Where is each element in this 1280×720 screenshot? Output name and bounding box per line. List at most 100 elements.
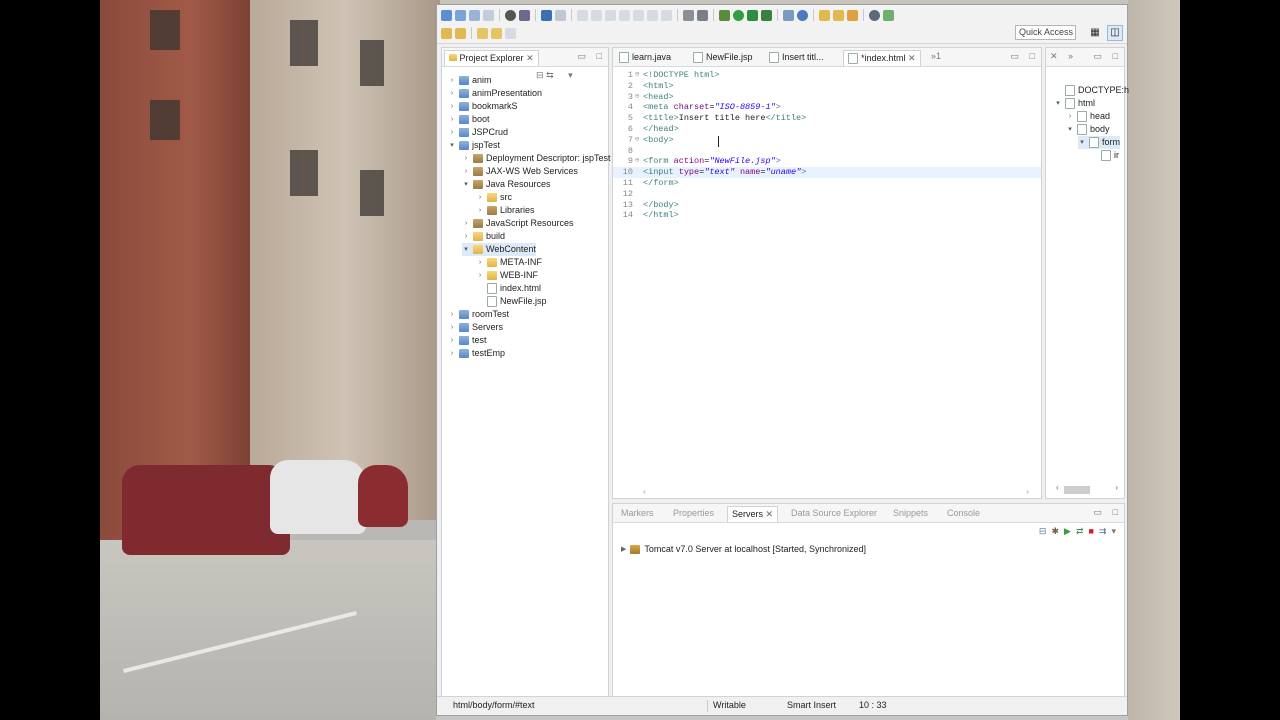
tools-icon[interactable]: [697, 9, 708, 21]
server-icon[interactable]: [505, 9, 516, 21]
terminal-icon[interactable]: [519, 9, 530, 21]
collapse-all-icon[interactable]: ⊟: [536, 70, 544, 80]
tree-item[interactable]: › anim: [448, 74, 492, 87]
expand-arrow-icon[interactable]: ›: [448, 87, 456, 100]
pin-editor-icon[interactable]: [883, 9, 894, 21]
code-line[interactable]: 9 ⊖ <form action="NewFile.jsp">: [613, 156, 1041, 167]
code-line[interactable]: 1 ⊖ <!DOCTYPE html>: [613, 70, 1041, 81]
bottom-tab[interactable]: Markers: [617, 506, 658, 521]
fold-icon[interactable]: ⊖: [635, 135, 639, 146]
tree-item[interactable]: › JavaScript Resources: [462, 217, 574, 230]
fold-icon[interactable]: ⊖: [635, 92, 639, 103]
step-into-icon[interactable]: [633, 9, 644, 21]
tree-item[interactable]: NewFile.jsp: [476, 295, 547, 308]
bottom-tab[interactable]: Data Source Explorer: [787, 506, 881, 521]
expand-arrow-icon[interactable]: ▾: [1054, 97, 1062, 110]
bottom-tab[interactable]: Properties: [669, 506, 718, 521]
code-line[interactable]: 12: [613, 189, 1041, 200]
bottom-minimize-icon[interactable]: ▭: [1093, 507, 1102, 518]
tree-item[interactable]: › Deployment Descriptor: jspTest: [462, 152, 611, 165]
outline-close-icon[interactable]: ✕: [1050, 51, 1058, 62]
external-tools-icon[interactable]: [761, 9, 772, 21]
outline-item[interactable]: ir: [1090, 149, 1119, 162]
editor-hscroll-right-icon[interactable]: ›: [1026, 487, 1029, 496]
expand-arrow-icon[interactable]: ›: [448, 347, 456, 360]
outline-minimize-icon[interactable]: ▭: [1093, 51, 1102, 62]
back-icon[interactable]: [491, 27, 502, 39]
expand-arrow-icon[interactable]: ›: [476, 269, 484, 282]
new-icon[interactable]: [441, 9, 452, 21]
editor-tab[interactable]: learn.java: [615, 50, 675, 65]
outline-item[interactable]: ▾ body: [1066, 123, 1110, 136]
server-row[interactable]: ▶ Tomcat v7.0 Server at localhost [Start…: [621, 544, 866, 554]
editor-hscroll-left-icon[interactable]: ‹: [643, 487, 646, 496]
minimize-icon[interactable]: ▭: [577, 51, 586, 62]
forward-icon[interactable]: [505, 27, 516, 39]
tree-item[interactable]: › Servers: [448, 321, 503, 334]
tree-item[interactable]: › JSPCrud: [448, 126, 508, 139]
publish-icon[interactable]: ⇉: [1099, 526, 1107, 537]
expand-arrow-icon[interactable]: ›: [462, 230, 470, 243]
coverage-icon[interactable]: [747, 9, 758, 21]
expand-arrow-icon[interactable]: ›: [476, 204, 484, 217]
last-edit-location-icon[interactable]: [477, 27, 488, 39]
debug-icon[interactable]: [719, 9, 730, 21]
expand-arrow-icon[interactable]: ▾: [462, 178, 470, 191]
expand-arrow-icon[interactable]: ›: [1066, 110, 1074, 123]
bottom-tab[interactable]: Snippets: [889, 506, 932, 521]
tree-item[interactable]: ▾ Java Resources: [462, 178, 551, 191]
tree-item[interactable]: › testEmp: [448, 347, 505, 360]
expand-arrow-icon[interactable]: ›: [462, 165, 470, 178]
previous-annotation-icon[interactable]: [455, 27, 466, 39]
new-web-icon[interactable]: [797, 9, 808, 21]
outline-scroll-right-icon[interactable]: ›: [1115, 483, 1118, 492]
close-icon[interactable]: ✕: [906, 53, 916, 63]
tree-item[interactable]: › boot: [448, 113, 490, 126]
expand-arrow-icon[interactable]: ▾: [448, 139, 456, 152]
expand-arrow-icon[interactable]: ▾: [462, 243, 470, 256]
java-ee-perspective-icon[interactable]: ▦: [1087, 25, 1103, 41]
close-icon[interactable]: ✕: [763, 509, 774, 519]
tree-item[interactable]: › JAX-WS Web Services: [462, 165, 578, 178]
start-server-icon[interactable]: ▶: [1064, 526, 1071, 537]
tab-project-explorer[interactable]: Project Explorer ✕: [444, 50, 539, 66]
code-line[interactable]: 8: [613, 146, 1041, 157]
outline-maximize-icon[interactable]: □: [1113, 51, 1118, 61]
tree-item[interactable]: › test: [448, 334, 487, 347]
suspend-icon[interactable]: [591, 9, 602, 21]
outline-item[interactable]: ▾ form: [1078, 136, 1120, 149]
disconnect-icon[interactable]: [619, 9, 630, 21]
code-line[interactable]: 2 <html>: [613, 81, 1041, 92]
run-icon[interactable]: [733, 9, 744, 21]
editor-tab-overflow[interactable]: »1: [931, 51, 941, 61]
print-icon[interactable]: [483, 9, 494, 21]
outline-scrollbar-thumb[interactable]: [1064, 486, 1090, 494]
editor-minimize-icon[interactable]: ▭: [1010, 51, 1019, 62]
web-browser-icon[interactable]: [869, 9, 880, 21]
code-line[interactable]: 10 <input type="text" name="uname">: [613, 167, 1041, 179]
bottom-tab[interactable]: Console: [943, 506, 984, 521]
servers-view-menu-icon[interactable]: ▾: [1111, 526, 1116, 537]
tree-item[interactable]: › WEB-INF: [476, 269, 538, 282]
tree-item[interactable]: ▾ jspTest: [448, 139, 500, 152]
code-line[interactable]: 14 </html>: [613, 210, 1041, 221]
expand-arrow-icon[interactable]: ›: [462, 217, 470, 230]
toggle-mark-icon[interactable]: [683, 9, 694, 21]
tree-item[interactable]: › roomTest: [448, 308, 509, 321]
search-icon[interactable]: [847, 9, 858, 21]
expand-arrow-icon[interactable]: ▾: [1078, 136, 1086, 149]
expand-arrow-icon[interactable]: ›: [462, 152, 470, 165]
step-return-icon[interactable]: [661, 9, 672, 21]
code-line[interactable]: 11 </form>: [613, 178, 1041, 189]
skip-breakpoints-icon[interactable]: [555, 9, 566, 21]
editor-tab[interactable]: *index.html ✕: [843, 50, 921, 66]
collapse-icon[interactable]: ⊟: [1039, 526, 1047, 537]
tree-item[interactable]: › build: [462, 230, 505, 243]
editor-tab[interactable]: NewFile.jsp: [689, 50, 757, 65]
tree-item[interactable]: index.html: [476, 282, 541, 295]
resume-icon[interactable]: [577, 9, 588, 21]
bottom-maximize-icon[interactable]: □: [1113, 507, 1118, 517]
outline-item[interactable]: DOCTYPE:h: [1054, 84, 1129, 97]
fold-icon[interactable]: ⊖: [635, 156, 639, 167]
expand-arrow-icon[interactable]: ›: [448, 100, 456, 113]
